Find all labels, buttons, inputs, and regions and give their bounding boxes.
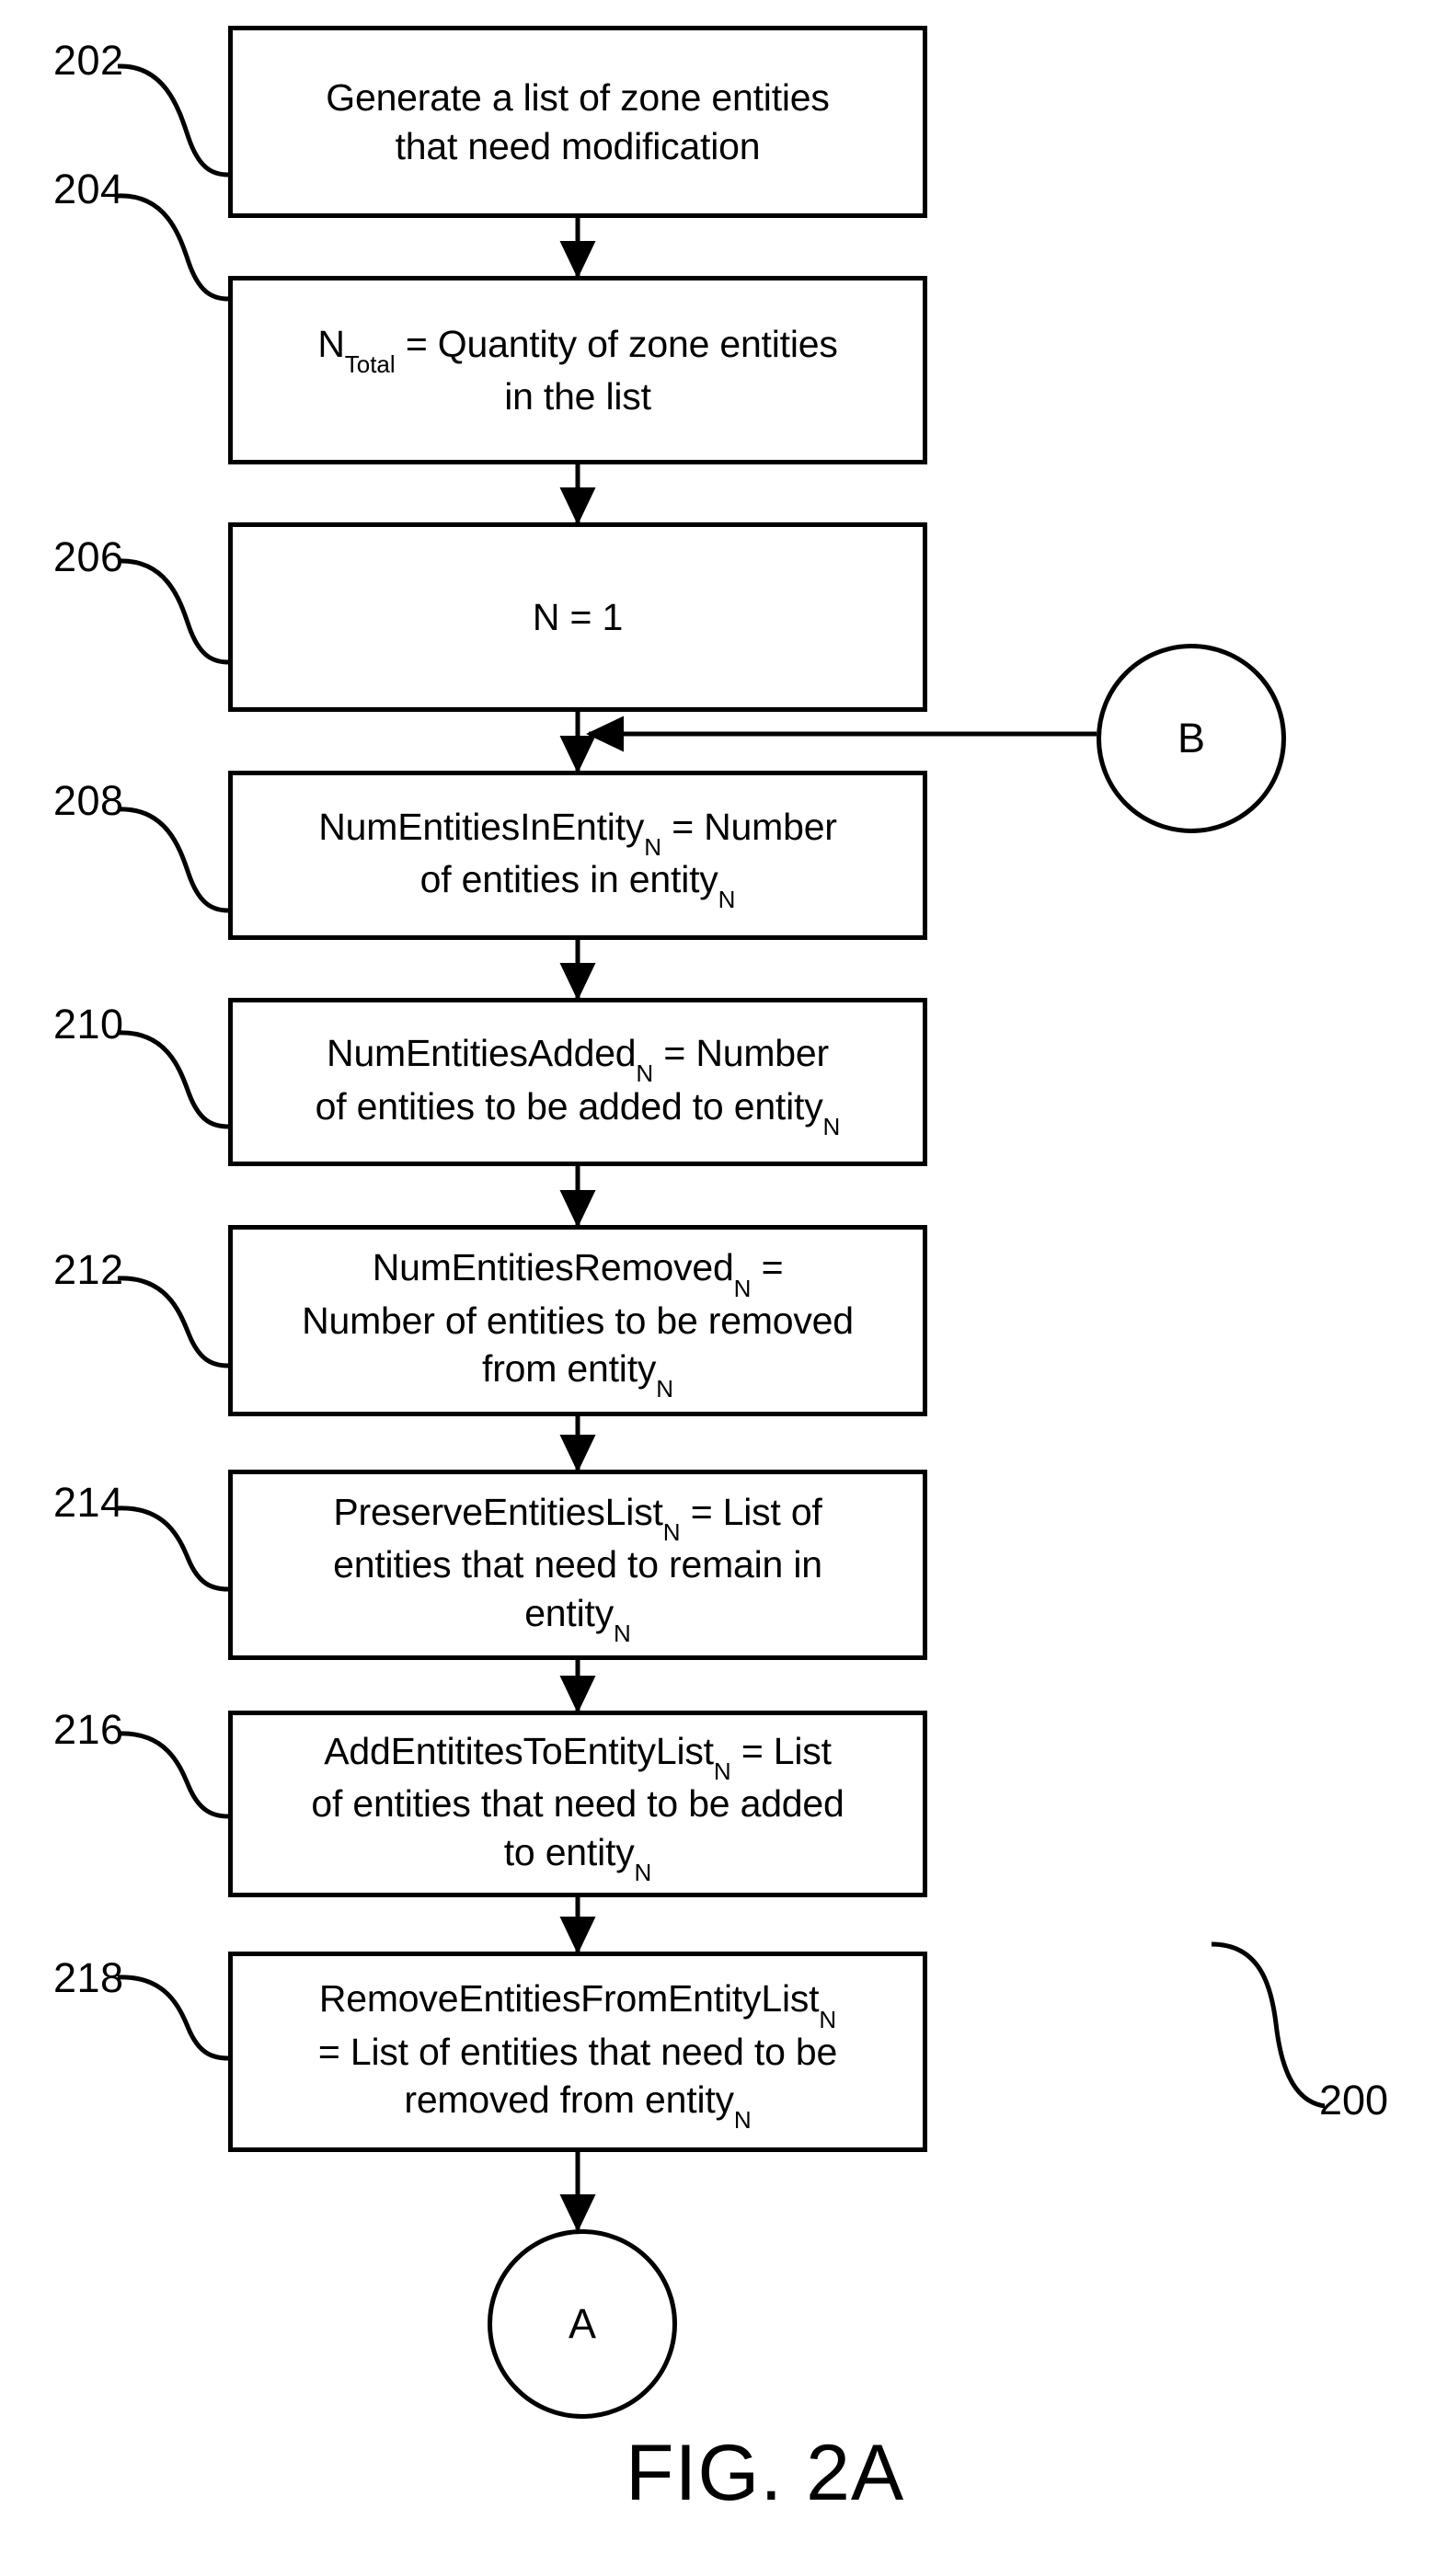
process-box-214-text: PreserveEntitiesListN = List of entities… (333, 1490, 822, 1647)
ref-numeral-206: 206 (53, 533, 124, 580)
process-box-202[interactable]: Generate a list of zone entities that ne… (228, 26, 927, 218)
process-box-216-text: AddEntititesToEntityListN = List of enti… (311, 1729, 844, 1886)
ref-numeral-200: 200 (1319, 2077, 1389, 2124)
connector-A-label: A (568, 2300, 596, 2347)
leader-line-208 (117, 807, 229, 913)
ref-numeral-202: 202 (53, 37, 124, 84)
process-box-218[interactable]: RemoveEntitiesFromEntityListN = List of … (228, 1952, 927, 2152)
process-box-202-text: Generate a list of zone entities that ne… (326, 76, 830, 167)
ref-numeral-210: 210 (53, 1001, 124, 1048)
process-box-212-text: NumEntitiesRemovedN = Number of entities… (302, 1246, 854, 1403)
connector-circle-A[interactable]: A (488, 2229, 677, 2419)
process-box-204-text: NTotal = Quantity of zone entities in th… (317, 322, 838, 418)
ref-numeral-218: 218 (53, 1954, 124, 2001)
leader-line-206 (117, 558, 229, 665)
leader-line-200 (1211, 1941, 1326, 2109)
ref-numeral-204: 204 (53, 166, 124, 212)
patent-figure-page: Generate a list of zone entities that ne… (0, 0, 1436, 2576)
process-box-216[interactable]: AddEntititesToEntityListN = List of enti… (228, 1711, 927, 1897)
ref-numeral-214: 214 (53, 1479, 124, 1526)
leader-line-214 (117, 1506, 229, 1592)
leader-line-202 (117, 63, 229, 177)
leader-line-210 (117, 1030, 229, 1129)
leader-line-218 (117, 1975, 229, 2061)
process-box-212[interactable]: NumEntitiesRemovedN = Number of entities… (228, 1225, 927, 1416)
process-box-214[interactable]: PreserveEntitiesListN = List of entities… (228, 1470, 927, 1660)
leader-line-216 (117, 1731, 229, 1819)
process-box-208-text: NumEntitiesInEntityN = Number of entitie… (318, 805, 837, 914)
figure-caption: FIG. 2A (626, 2429, 905, 2517)
leader-line-204 (117, 193, 229, 302)
ref-numeral-208: 208 (53, 777, 124, 824)
process-box-204[interactable]: NTotal = Quantity of zone entities in th… (228, 276, 927, 464)
connector-B-label: B (1177, 715, 1205, 761)
process-box-206[interactable]: N = 1 (228, 522, 927, 712)
ref-numeral-212: 212 (53, 1246, 124, 1293)
process-box-208[interactable]: NumEntitiesInEntityN = Number of entitie… (228, 771, 927, 940)
ref-numeral-216: 216 (53, 1706, 124, 1753)
process-box-218-text: RemoveEntitiesFromEntityListN = List of … (317, 1977, 838, 2135)
process-box-206-text: N = 1 (532, 595, 624, 638)
connector-circle-B[interactable]: B (1097, 644, 1286, 833)
process-box-210[interactable]: NumEntitiesAddedN = Number of entities t… (228, 998, 927, 1166)
process-box-210-text: NumEntitiesAddedN = Number of entities t… (315, 1032, 841, 1140)
leader-line-212 (117, 1276, 229, 1368)
